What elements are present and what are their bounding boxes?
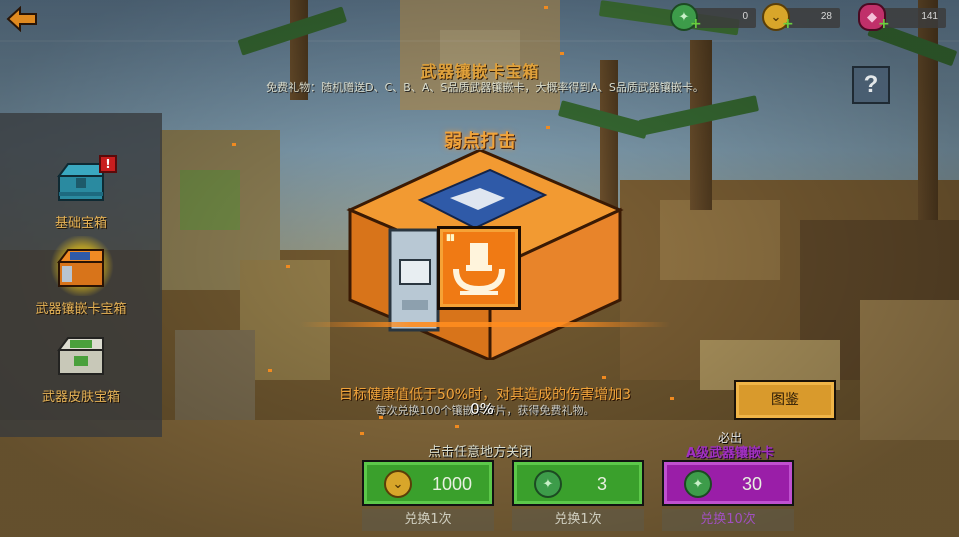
help-button[interactable]: ? [852,66,890,104]
add-crystals-icon[interactable]: + [878,17,890,31]
weapon-skin-chest-icon [57,337,104,375]
back-arrow-icon [6,6,37,32]
currency-coins[interactable]: ⌄ + 28 [762,3,840,31]
new-badge: ! [99,155,117,173]
weak-point-strike-icon [453,243,505,295]
skill-card-icon: ▮▮ [437,226,521,310]
sidebar-item-label: 武器镶嵌卡宝箱 [35,302,127,317]
fragment-progress: 0% [470,400,494,418]
chest-description: 免费礼物：随机赠送D、C、B、A、S品质武器镶嵌卡，大概率得到A、S品质武器镶嵌… [266,81,704,94]
gems-value: 0 [742,11,748,22]
buy-sub-label: 兑换1次 [512,509,644,531]
coins-value: 28 [820,11,832,22]
weapon-card-chest-icon [57,249,104,287]
buy-sub-label: 兑换10次 [662,509,794,531]
coin-icon: ⌄ [384,470,412,498]
add-coins-icon[interactable]: + [782,17,794,31]
currency-gems[interactable]: ✦ + 0 [670,3,756,31]
sidebar-item-label: 武器皮肤宝箱 [41,390,120,405]
gem-icon: ✦ [534,470,562,498]
currency-crystals[interactable]: ◆ + 141 [858,3,946,31]
buy-button-coins[interactable]: ⌄ 1000 [362,460,494,506]
back-button[interactable] [6,6,38,32]
price-label: 30 [741,474,763,494]
sidebar-item-weapon-card-chest[interactable]: 武器镶嵌卡宝箱 [0,236,162,326]
price-label: 3 [596,474,607,494]
crystals-value: 141 [921,11,938,22]
guarantee-item: A级武器镶嵌卡 [685,446,775,461]
add-gems-icon[interactable]: + [690,17,702,31]
price-label: 1000 [431,474,473,494]
glow-divider [300,322,670,327]
chest-title: 武器镶嵌卡宝箱 [420,62,540,81]
close-hint: 点击任意地方关闭 [427,445,532,460]
gem-icon: ✦ [684,470,712,498]
sidebar-item-label: 基础宝箱 [54,216,107,231]
buy-button-gems-single[interactable]: ✦ 3 [512,460,644,506]
sidebar-item-basic-chest[interactable]: 基础宝箱 [0,150,162,240]
buy-button-gems-multi[interactable]: ✦ 30 [662,460,794,506]
sidebar-item-weapon-skin-chest[interactable]: 武器皮肤宝箱 [0,326,162,416]
buy-sub-label: 兑换1次 [362,509,494,531]
gallery-button[interactable]: 图鉴 [734,380,836,420]
top-bar: ✦ + 0 ⌄ + 28 ◆ + 141 [0,0,959,38]
